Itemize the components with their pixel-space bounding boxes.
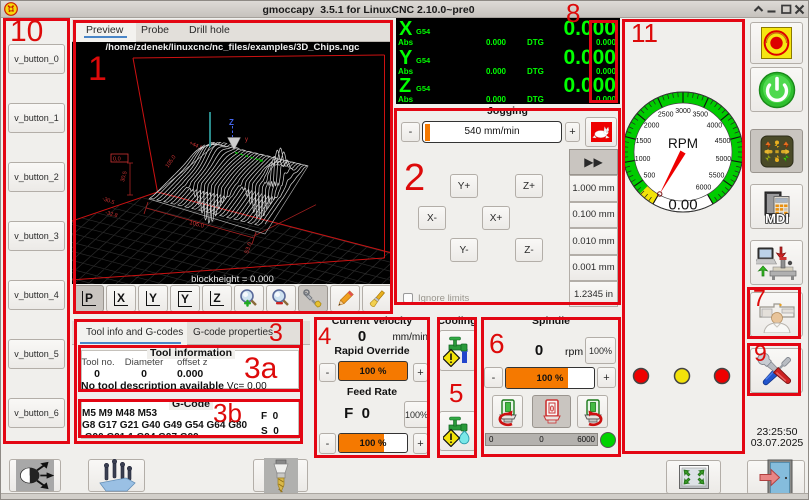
svg-text:5000: 5000	[716, 156, 732, 163]
svg-text:4500: 4500	[715, 138, 731, 145]
svg-text:2000: 2000	[644, 122, 660, 129]
svg-text:0: 0	[549, 404, 554, 413]
svg-text:2500: 2500	[658, 112, 674, 119]
svg-text:RPM: RPM	[668, 136, 698, 151]
svg-text:5500: 5500	[709, 172, 725, 179]
svg-text:Z: Z	[229, 118, 234, 127]
svg-text:MDI: MDI	[765, 211, 789, 224]
svg-text:1000: 1000	[635, 156, 651, 163]
svg-text:3000: 3000	[675, 108, 691, 115]
svg-text:y: y	[245, 137, 248, 143]
svg-text:6000: 6000	[696, 184, 712, 191]
svg-text:1500: 1500	[636, 138, 652, 145]
svg-text:4000: 4000	[707, 122, 723, 129]
svg-text:0,0: 0,0	[113, 157, 121, 163]
svg-text:0.00: 0.00	[668, 197, 697, 214]
svg-text:500: 500	[644, 172, 656, 179]
svg-text:3500: 3500	[693, 112, 709, 119]
